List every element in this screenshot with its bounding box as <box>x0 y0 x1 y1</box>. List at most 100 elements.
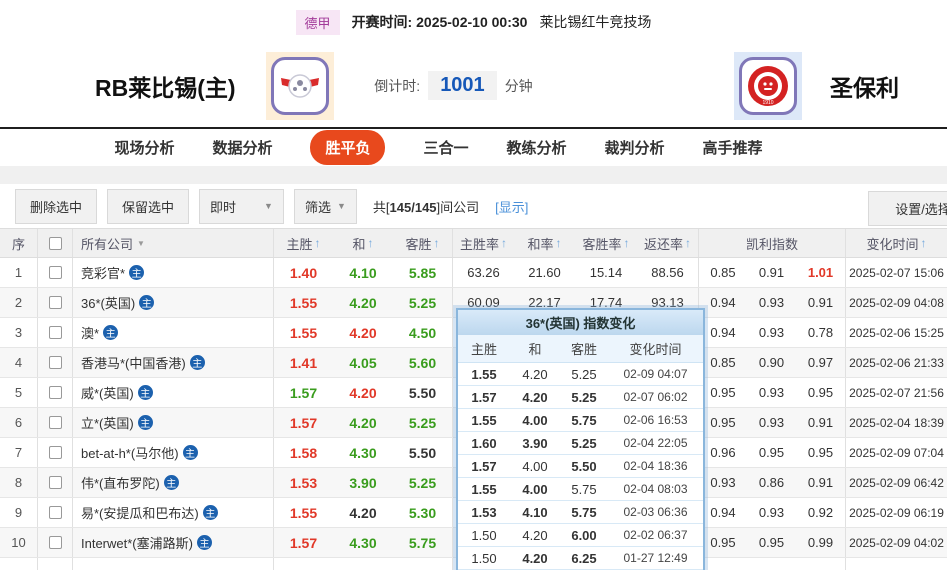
col-home-odds[interactable]: 主胜 ↑ <box>273 229 333 257</box>
home-rate: 63.26 <box>452 258 514 287</box>
select-all-checkbox[interactable] <box>48 236 62 250</box>
popup-away-odds: 5.25 <box>571 389 597 405</box>
popup-change-time: 01-27 12:49 <box>623 551 688 565</box>
tab-6[interactable]: 裁判分析 <box>605 137 665 158</box>
col-away-rate[interactable]: 客胜率 ↑ <box>575 229 637 257</box>
company-cell[interactable]: bet-at-h*(马尔他) 主 <box>72 438 273 467</box>
kelly-3: 0.99 <box>807 535 834 550</box>
kelly-2: 0.95 <box>758 535 785 550</box>
filter-dropdown[interactable]: 筛选 ▼ <box>293 188 357 224</box>
kelly-2: 0.93 <box>758 295 785 310</box>
primary-badge: 主 <box>163 475 179 490</box>
time-filter-dropdown[interactable]: 即时 ▼ <box>199 188 284 224</box>
row-seq: 5 <box>14 385 23 400</box>
settings-button[interactable]: 设置/选择 <box>868 191 947 226</box>
kelly-2: 0.93 <box>758 385 785 400</box>
kelly-3: 0.95 <box>807 445 834 460</box>
tab-5[interactable]: 教练分析 <box>507 137 567 158</box>
row-checkbox[interactable] <box>48 326 62 339</box>
row-checkbox[interactable] <box>48 416 62 429</box>
sort-up-icon: ↑ <box>501 236 507 250</box>
svg-text:1910: 1910 <box>762 100 773 106</box>
sort-up-icon: ↑ <box>623 236 630 250</box>
row-checkbox[interactable] <box>48 296 62 309</box>
col-draw-odds[interactable]: 和 ↑ <box>333 229 393 257</box>
col-change-time[interactable]: 变化时间 ↑ <box>845 229 947 257</box>
col-home-rate[interactable]: 主胜率 ↑ <box>452 229 514 257</box>
draw-odds: 4.20 <box>349 324 377 341</box>
change-time: 2025-02-09 04:08 <box>845 288 947 317</box>
col-company[interactable]: 所有公司 ▼ <box>72 229 273 257</box>
col-draw-rate[interactable]: 和率 ↑ <box>514 229 575 257</box>
row-checkbox[interactable] <box>48 386 62 399</box>
return-rate: 88.56 <box>651 265 684 280</box>
popup-draw-odds: 4.20 <box>522 550 548 566</box>
kelly-1: 0.94 <box>698 498 747 527</box>
row-checkbox[interactable] <box>48 266 62 279</box>
row-checkbox[interactable] <box>48 476 62 489</box>
show-link[interactable]: [显示] <box>495 197 528 216</box>
row-checkbox[interactable] <box>48 356 62 369</box>
row-checkbox[interactable] <box>48 536 62 549</box>
row-check-cell <box>37 528 72 557</box>
popup-away-odds: 5.75 <box>571 412 597 428</box>
company-cell[interactable]: 澳* 主 <box>72 318 273 347</box>
tab-1[interactable]: 现场分析 <box>114 137 174 158</box>
chevron-down-icon: ▼ <box>336 201 346 211</box>
company-cell[interactable]: 威*(英国) 主 <box>72 378 273 407</box>
match-info-bar: 德甲 开赛时间: 2025-02-10 00:30 莱比锡红牛竞技场 <box>0 0 947 44</box>
tab-2[interactable]: 数据分析 <box>212 137 272 158</box>
away-odds: 5.50 <box>408 444 437 461</box>
row-checkbox[interactable] <box>48 506 62 519</box>
company-name: 36*(英国) <box>81 296 136 311</box>
popup-away-odds: 6.00 <box>571 527 597 543</box>
home-odds: 1.40 <box>273 258 333 287</box>
away-team-logo: 1910 <box>734 51 802 120</box>
tab-3[interactable]: 胜平负 <box>310 130 386 165</box>
company-cell[interactable]: 易*(安提瓜和巴布达) 主 <box>72 498 273 527</box>
row-seq: 4 <box>14 355 23 370</box>
primary-badge: 主 <box>137 415 153 430</box>
col-return-rate[interactable]: 返还率 ↑ <box>637 229 698 257</box>
popup-home-odds: 1.53 <box>471 504 497 520</box>
row-seq: 9 <box>14 505 23 520</box>
kelly-2: 0.93 <box>758 325 785 340</box>
popup-change-time: 02-02 06:37 <box>623 528 688 542</box>
row-checkbox[interactable] <box>48 446 62 459</box>
delete-selected-button[interactable]: 删除选中 <box>15 188 98 224</box>
row-check-cell <box>37 498 72 527</box>
company-cell[interactable]: 伟*(直布罗陀) 主 <box>72 468 273 497</box>
popup-header-row: 主胜 和 客胜 变化时间 <box>458 335 703 363</box>
col-return-rate-label: 返还率 <box>643 236 683 252</box>
row-check-cell <box>37 288 72 317</box>
draw-odds: 4.30 <box>349 534 377 551</box>
popup-change-time: 02-04 22:05 <box>623 436 688 450</box>
popup-body: 1.55 4.20 5.25 02-09 04:07 1.57 4.20 5.25 02-07… <box>458 363 703 570</box>
row-seq: 1 <box>14 265 23 280</box>
company-count-text: 共[145/145]间公司 <box>373 197 479 216</box>
venue-name: 莱比锡红牛竞技场 <box>539 14 652 30</box>
tab-4[interactable]: 三合一 <box>423 137 468 158</box>
company-cell[interactable]: 竞彩官* 主 <box>72 258 273 287</box>
away-odds: 5.25 <box>408 414 437 431</box>
partial-cell <box>37 558 72 570</box>
draw-odds: 4.20 <box>349 294 377 311</box>
analysis-tab-bar: 现场分析 数据分析 胜平负 三合一 教练分析 裁判分析 高手推荐 <box>0 129 912 166</box>
col-away-odds[interactable]: 客胜 ↑ <box>393 229 452 257</box>
company-cell[interactable]: Interwet*(塞浦路斯) 主 <box>72 528 273 557</box>
popup-away-odds: 5.25 <box>571 366 597 382</box>
table-toolbar: 删除选中 保留选中 即时 ▼ 筛选 ▼ 共[145/145]间公司 [显示] 设… <box>0 184 947 228</box>
col-home-rate-label: 主胜率 <box>459 236 499 252</box>
popup-draw-odds: 4.00 <box>522 458 548 474</box>
tab-7[interactable]: 高手推荐 <box>703 137 763 158</box>
partial-cell <box>333 558 393 570</box>
company-cell[interactable]: 香港马*(中国香港) 主 <box>72 348 273 377</box>
time-filter-label: 即时 <box>210 199 237 215</box>
chevron-down-icon: ▼ <box>137 238 145 248</box>
home-team-block: RB莱比锡(主) <box>0 51 394 120</box>
company-cell[interactable]: 立*(英国) 主 <box>72 408 273 437</box>
away-odds: 5.60 <box>408 354 437 371</box>
company-cell[interactable]: 36*(英国) 主 <box>72 288 273 317</box>
keep-selected-button[interactable]: 保留选中 <box>107 188 190 224</box>
countdown-value: 1001 <box>428 71 497 100</box>
